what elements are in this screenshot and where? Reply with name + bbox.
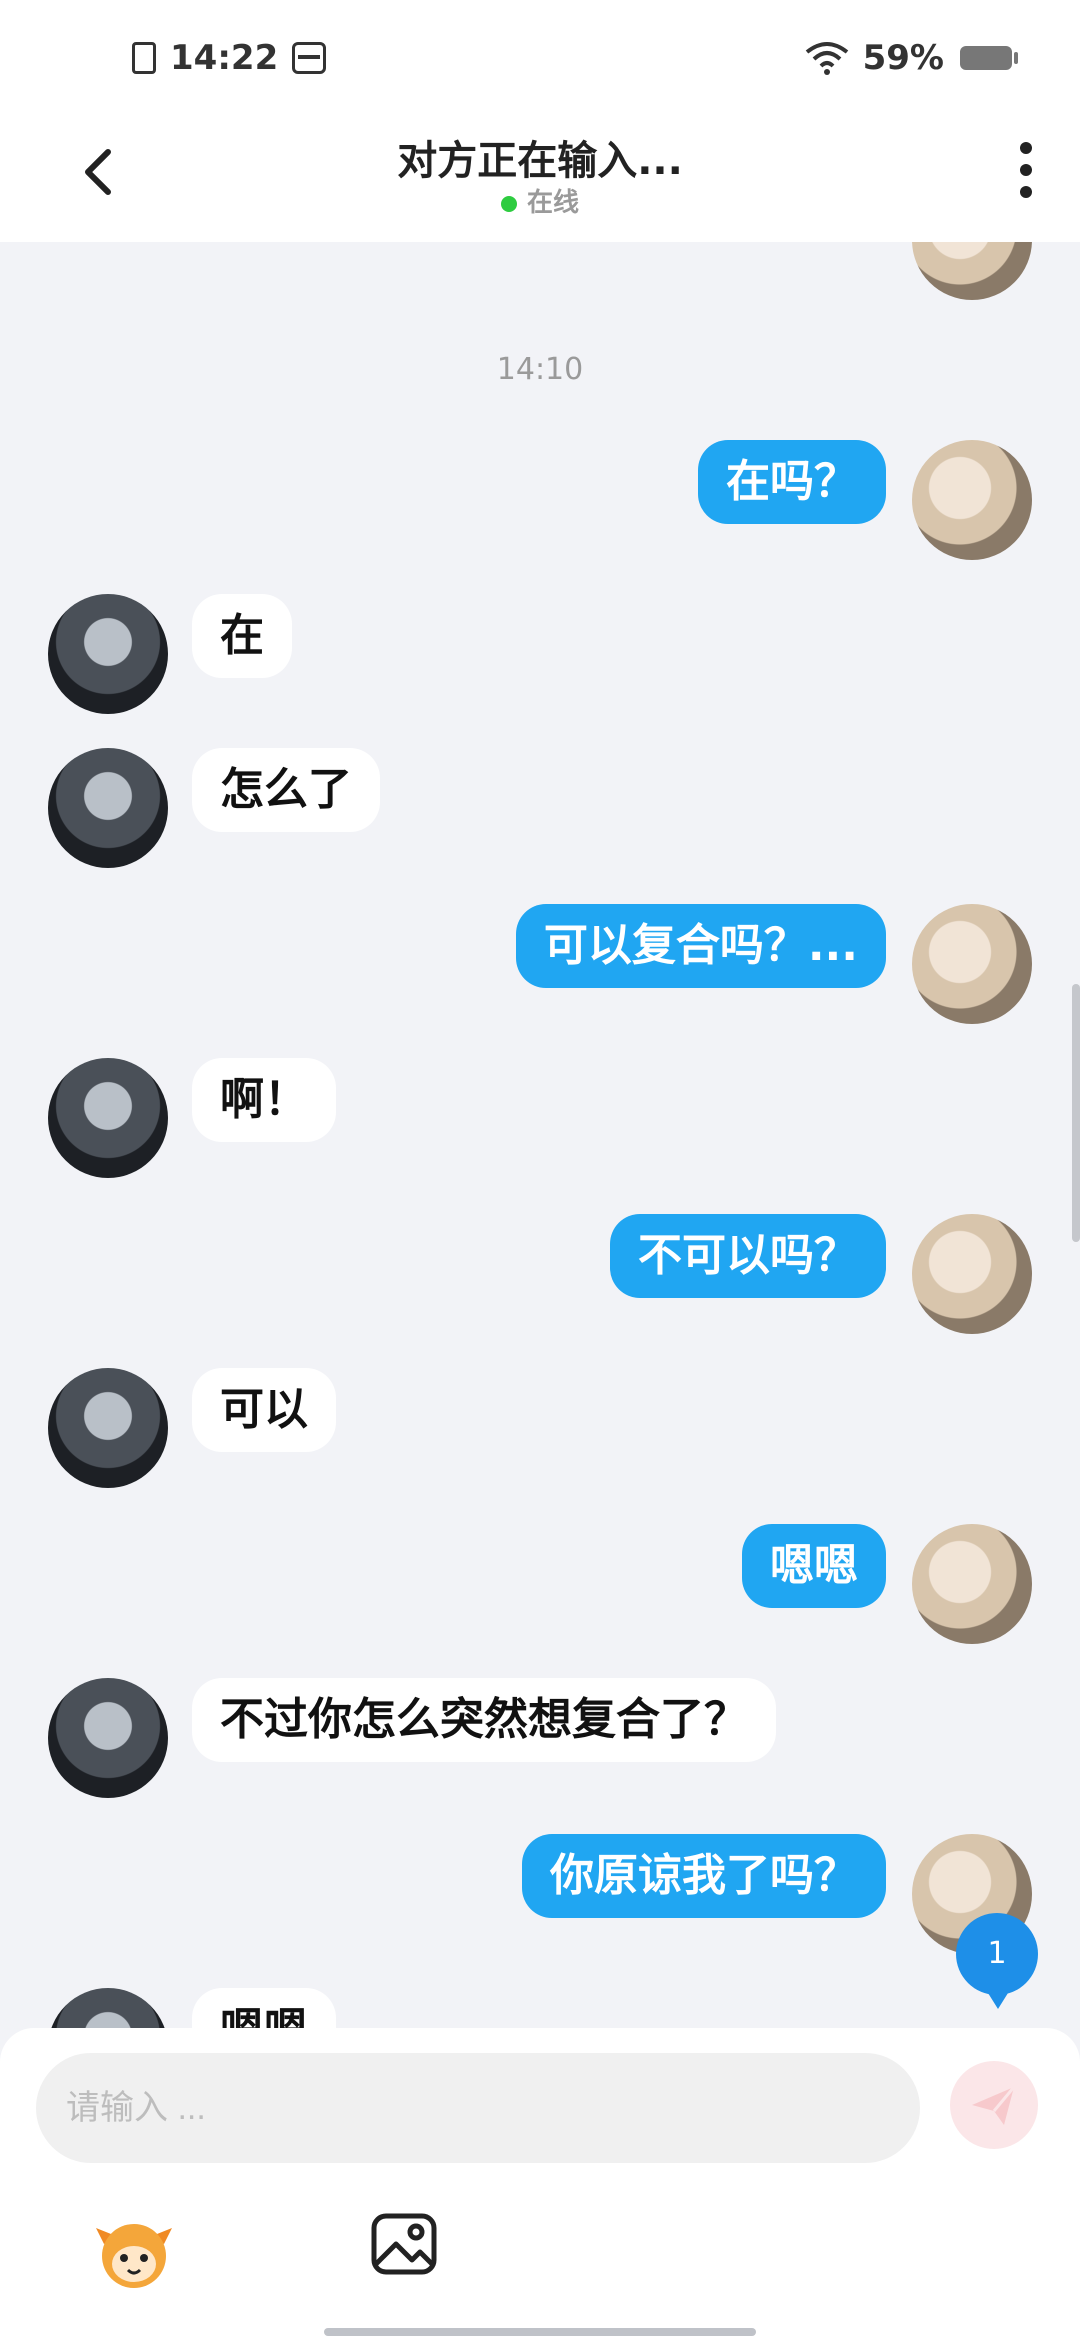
avatar[interactable] — [48, 1368, 168, 1488]
message-timestamp: 14:10 — [496, 352, 584, 387]
chat-title: 对方正在输入... — [397, 138, 683, 184]
message-bubble[interactable]: 啊！ — [192, 1058, 336, 1142]
avatar[interactable] — [48, 1988, 168, 2030]
status-bar: 14:22 59% — [0, 0, 1080, 120]
more-vertical-icon[interactable] — [1016, 140, 1036, 200]
avatar[interactable] — [48, 1678, 168, 1798]
message-bubble[interactable]: 不可以吗？ — [610, 1214, 886, 1298]
message-bubble[interactable]: 不过你怎么突然想复合了？ — [192, 1678, 776, 1762]
image-icon[interactable] — [368, 2208, 440, 2280]
message-bubble[interactable]: 你原谅我了吗？ — [522, 1834, 886, 1918]
message-bubble[interactable]: 怎么了 — [192, 748, 380, 832]
message-bubble[interactable]: 嗯嗯 — [742, 1524, 886, 1608]
avatar[interactable] — [912, 1214, 1032, 1334]
message-bubble[interactable]: 在吗？ — [698, 440, 886, 524]
scrollbar[interactable] — [1072, 984, 1080, 1242]
message-bubble[interactable]: 可以复合吗？... — [515, 904, 886, 988]
unread-badge[interactable]: 1 — [956, 1913, 1038, 2009]
avatar[interactable] — [912, 904, 1032, 1024]
status-time: 14:22 — [170, 38, 279, 78]
online-dot-icon — [500, 195, 517, 212]
avatar[interactable] — [912, 242, 1032, 300]
online-status: 在线 — [0, 182, 1080, 219]
sim-icon — [132, 42, 156, 74]
send-button[interactable] — [950, 2061, 1038, 2149]
battery-percent: 59% — [862, 38, 944, 78]
avatar[interactable] — [48, 594, 168, 714]
battery-icon — [960, 46, 1018, 70]
message-bubble[interactable]: 嗯嗯 — [192, 1988, 336, 2030]
online-status-text: 在线 — [526, 188, 579, 218]
message-input[interactable] — [36, 2053, 920, 2163]
avatar[interactable] — [912, 440, 1032, 560]
mascot-emoji-icon[interactable] — [92, 2210, 176, 2294]
avatar[interactable] — [912, 1524, 1032, 1644]
message-bubble[interactable]: 可以 — [192, 1368, 336, 1452]
card-icon — [292, 42, 327, 74]
avatar[interactable] — [48, 1058, 168, 1178]
send-icon — [972, 2086, 1016, 2125]
message-bubble[interactable]: 在 — [192, 594, 292, 678]
avatar[interactable] — [48, 748, 168, 868]
home-indicator — [324, 2328, 756, 2336]
wifi-icon — [805, 42, 848, 75]
chat-messages[interactable]: 14:10 在吗？ 在 怎么了 可以复合吗？... 啊！ 不可以吗？ 可以 嗯嗯… — [0, 242, 1080, 2030]
